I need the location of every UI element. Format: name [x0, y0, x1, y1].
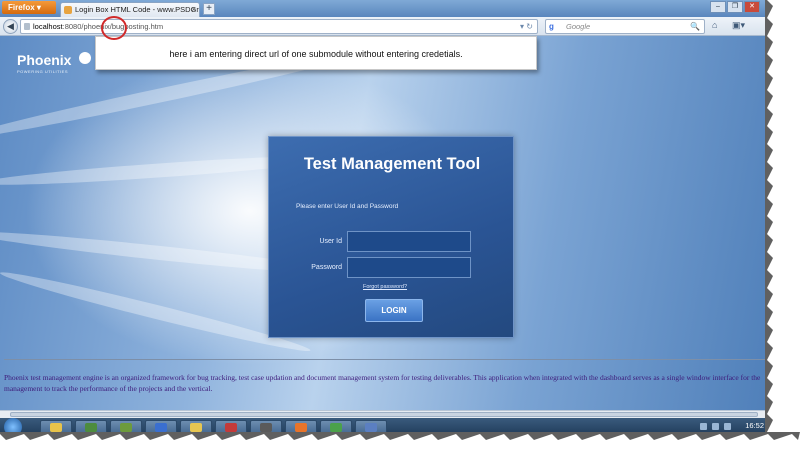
forgot-password-link[interactable]: Forgot password? [363, 284, 407, 290]
taskbar-clock: 16:52 [745, 421, 764, 430]
tab-favicon-icon [64, 6, 72, 14]
page-menu-icon[interactable]: ▣▾ [732, 20, 745, 31]
background-streak [0, 266, 313, 358]
search-bar[interactable]: g Google 🔍 [545, 19, 705, 34]
phoenix-logo: Phoenix [17, 52, 72, 68]
media-icon [85, 423, 97, 432]
phoenix-logo-icon [79, 52, 91, 64]
globe-icon [155, 423, 167, 432]
torn-edge-bottom [0, 432, 800, 460]
logo-tagline: POWERING UTILITIES [17, 69, 69, 74]
folder-icon [190, 423, 202, 432]
reload-icon[interactable]: ▾ ↻ [520, 20, 533, 33]
torn-edge-right [765, 0, 800, 460]
password-label: Password [311, 264, 342, 271]
firefox-menu-label: Firefox [8, 3, 35, 12]
app-icon [120, 423, 132, 432]
app-icon [260, 423, 272, 432]
search-placeholder: Google [566, 22, 591, 31]
google-icon[interactable]: g [549, 22, 558, 31]
page-content: Phoenix POWERING UTILITIES Test Manageme… [0, 36, 772, 410]
chat-icon [330, 423, 342, 432]
tray-icon[interactable] [724, 423, 731, 430]
userid-input[interactable] [347, 231, 471, 252]
tray-icon[interactable] [700, 423, 707, 430]
app-description: Phoenix test management engine is an org… [4, 373, 761, 393]
login-panel: Test Management Tool Please enter User I… [268, 136, 514, 338]
userid-label: User Id [319, 238, 342, 245]
pdf-icon [225, 423, 237, 432]
annotation-callout: here i am entering direct url of one sub… [95, 36, 537, 70]
doc-icon [365, 423, 377, 432]
minimize-icon[interactable]: – [710, 1, 726, 13]
window-title-bar: Firefox ▾ Login Box HTML Code - www.PSDG… [0, 0, 772, 17]
close-window-icon[interactable]: ✕ [744, 1, 760, 13]
login-title: Test Management Tool [303, 155, 481, 173]
firefox-menu-button[interactable]: Firefox ▾ [2, 1, 56, 14]
horizontal-scrollbar[interactable] [0, 410, 772, 418]
folder-icon [50, 423, 62, 432]
tray-icon[interactable] [712, 423, 719, 430]
browser-tab[interactable]: Login Box HTML Code - www.PSDGraph... × [60, 2, 200, 17]
tab-close-icon[interactable]: × [191, 3, 196, 17]
home-icon[interactable]: ⌂ [712, 20, 717, 30]
torn-edge-shadow [765, 0, 773, 460]
search-icon[interactable]: 🔍 [690, 20, 700, 33]
scrollbar-thumb[interactable] [10, 412, 758, 417]
address-bar[interactable]: localhost:8080/phoenix/bugposting.htm ▾ … [20, 19, 538, 34]
login-button[interactable]: LOGIN [365, 299, 423, 322]
firefox-icon [295, 423, 307, 432]
back-button[interactable]: ◀ [3, 19, 18, 34]
screenshot-frame: Firefox ▾ Login Box HTML Code - www.PSDG… [0, 0, 772, 436]
login-prompt: Please enter User Id and Password [296, 203, 399, 210]
maximize-icon[interactable]: ❐ [727, 1, 743, 13]
red-circle-annotation [101, 16, 127, 40]
password-input[interactable] [347, 257, 471, 278]
site-identity-icon [24, 23, 30, 30]
new-tab-button[interactable]: + [203, 3, 215, 15]
torn-edge-shadow [0, 432, 800, 440]
url-host: localhost [33, 22, 63, 31]
content-divider [4, 359, 768, 360]
tab-title: Login Box HTML Code - www.PSDGraph... [75, 5, 199, 14]
